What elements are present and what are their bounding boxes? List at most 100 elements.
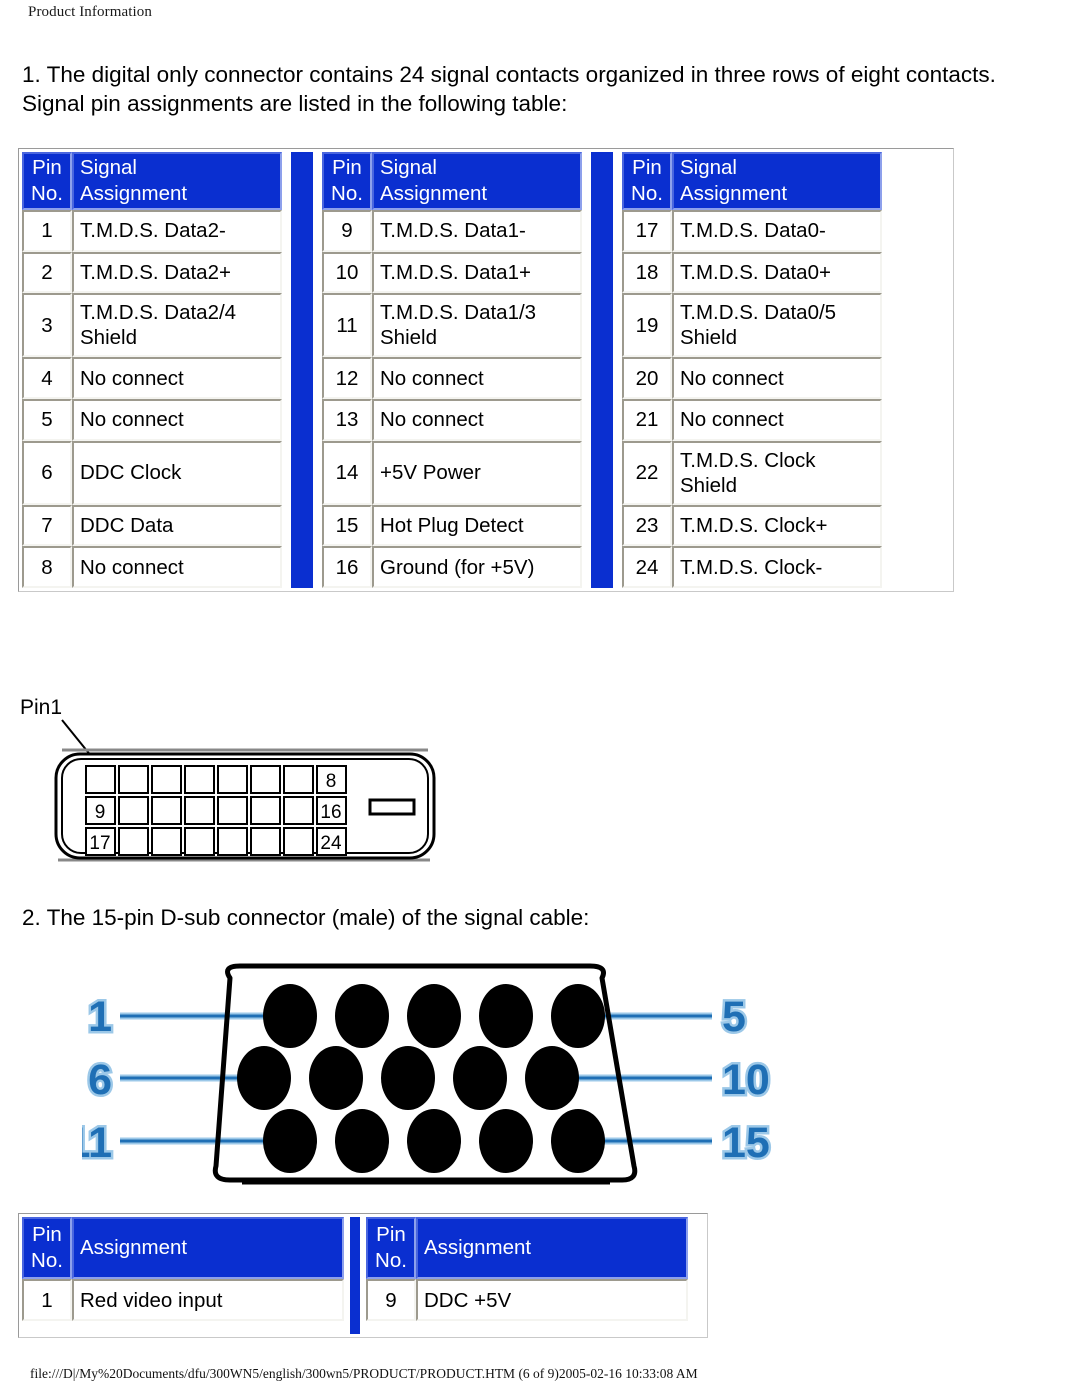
cell-signal-assignment: T.M.D.S. Data0/5 Shield xyxy=(672,293,882,358)
cell-signal-assignment: No connect xyxy=(672,357,882,399)
dsub-pin-4 xyxy=(479,984,533,1048)
cell-pin-number: 16 xyxy=(322,546,372,588)
dsub-pin-15 xyxy=(551,1109,605,1173)
cell-text-stack: No connect xyxy=(380,407,484,432)
cell-signal-assignment: T.M.D.S. Data0- xyxy=(672,210,882,252)
cell-signal-assignment: No connect xyxy=(372,357,582,399)
cell-text-stack: T.M.D.S. Data1/3 Shield xyxy=(380,300,536,350)
cell-signal-assignment: No connect xyxy=(72,546,282,588)
cell-pin-number: 10 xyxy=(322,251,372,294)
paragraph-dsub-connector: 2. The 15-pin D-sub connector (male) of … xyxy=(22,905,590,930)
cell-text-line1: DDC Clock xyxy=(80,461,182,485)
cell-text-line1: T.M.D.S. Clock xyxy=(680,448,816,472)
cell-signal-assignment: T.M.D.S. Data2/4 Shield xyxy=(72,293,282,358)
dsub-pin-9 xyxy=(453,1046,507,1110)
table-column-block: Pin No. Signal Assignment 1 T.M.D.S. Data2- 2 T… xyxy=(22,152,282,588)
dvi-pin-hole xyxy=(85,765,116,794)
table-row: 15 Hot Plug Detect xyxy=(322,504,582,547)
table-row: 7 DDC Data xyxy=(22,504,282,547)
dsub-label-11: 11 xyxy=(82,1119,112,1167)
cell-text-line2: Shield xyxy=(680,326,737,350)
cell-text-stack: No connect xyxy=(80,555,184,580)
cell-text-stack: Ground (for +5V) xyxy=(380,555,534,580)
table-separator-bar xyxy=(591,152,613,588)
cell-pin-number: 11 xyxy=(322,293,372,358)
cell-assignment: Red video input xyxy=(72,1279,344,1321)
cell-pin-number: 1 xyxy=(22,210,72,252)
header-pin-line2: No. xyxy=(631,182,663,205)
table-row: 17 T.M.D.S. Data0- xyxy=(622,210,882,252)
table-row: 4 No connect xyxy=(22,357,282,399)
table-header-row: Pin No. Assignment xyxy=(22,1217,344,1279)
table-row: 2 T.M.D.S. Data2+ xyxy=(22,251,282,294)
dvi-pin-hole xyxy=(151,827,182,856)
cell-pin-number: 22 xyxy=(622,440,672,505)
table-row: 18 T.M.D.S. Data0+ xyxy=(622,251,882,294)
cell-pin-number: 14 xyxy=(322,440,372,505)
cell-pin-number: 3 xyxy=(22,293,72,358)
cell-signal-assignment: +5V Power xyxy=(372,440,582,505)
header-pin-line1: Pin xyxy=(332,156,362,179)
header-pin-line2: No. xyxy=(375,1249,407,1272)
cell-signal-assignment: No connect xyxy=(372,398,582,441)
header-signal-line2: Assignment xyxy=(380,182,488,205)
header-signal-line2: Assignment xyxy=(680,182,788,205)
table-row: 1 Red video input xyxy=(22,1279,344,1321)
cell-pin-number: 23 xyxy=(622,504,672,547)
cell-signal-assignment: T.M.D.S. Data1/3 Shield xyxy=(372,293,582,358)
cell-signal-assignment: T.M.D.S. Data2+ xyxy=(72,251,282,294)
cell-signal-assignment: T.M.D.S. Data1- xyxy=(372,210,582,252)
header-cell-pin-no: Pin No. xyxy=(622,152,672,210)
dvi-pin-assignment-table: Pin No. Signal Assignment 1 T.M.D.S. Data2- 2 T… xyxy=(18,148,954,592)
header-pin-line2: No. xyxy=(31,182,63,205)
dsub-pin-11 xyxy=(263,1109,317,1173)
pin1-callout-label: Pin1 xyxy=(20,696,62,719)
cell-assignment: DDC +5V xyxy=(416,1279,688,1321)
dvi-pin-hole xyxy=(184,796,215,825)
cell-signal-assignment: DDC Data xyxy=(72,504,282,547)
cell-text-line1: T.M.D.S. Data0/5 xyxy=(680,301,837,325)
cell-text-line1: T.M.D.S. Data1+ xyxy=(380,260,531,284)
cell-pin-number: 24 xyxy=(622,546,672,588)
cell-text-stack: T.M.D.S. Data2/4 Shield xyxy=(80,300,236,350)
header-cell-signal-assignment: Signal Assignment xyxy=(72,152,282,210)
header-signal-line1: Signal xyxy=(380,156,437,179)
table-row: 16 Ground (for +5V) xyxy=(322,546,582,588)
header-cell-pin-no: Pin No. xyxy=(322,152,372,210)
cell-text-line1: +5V Power xyxy=(380,461,481,485)
cell-text-line1: No connect xyxy=(380,408,484,432)
table-row: 14 +5V Power xyxy=(322,440,582,505)
cell-signal-assignment: Ground (for +5V) xyxy=(372,546,582,588)
header-signal-line1: Signal xyxy=(80,156,137,179)
table-row: 12 No connect xyxy=(322,357,582,399)
table-row: 23 T.M.D.S. Clock+ xyxy=(622,504,882,547)
page-footer-path: file:///D|/My%20Documents/dfu/300WN5/eng… xyxy=(30,1366,698,1381)
cell-text-line2: Shield xyxy=(80,326,137,350)
dvi-pin-number-9: 9 xyxy=(95,802,106,823)
dsub-pin-2 xyxy=(335,984,389,1048)
cell-pin-number: 4 xyxy=(22,357,72,399)
cell-text-line1: T.M.D.S. Data2/4 xyxy=(80,301,237,325)
cell-signal-assignment: T.M.D.S. Data2- xyxy=(72,210,282,252)
cell-text-line1: T.M.D.S. Data2+ xyxy=(80,260,231,284)
cell-signal-assignment: No connect xyxy=(72,398,282,441)
cell-signal-assignment: T.M.D.S. Data0+ xyxy=(672,251,882,294)
dvi-pin-hole xyxy=(118,765,149,794)
cell-signal-assignment: No connect xyxy=(672,398,882,441)
cell-text-stack: T.M.D.S. Data0- xyxy=(680,218,826,243)
table-separator-bar xyxy=(350,1217,360,1334)
cell-pin-number: 12 xyxy=(322,357,372,399)
table-separator-bar xyxy=(291,152,313,588)
cell-pin-number: 9 xyxy=(322,210,372,252)
table-column-block: Pin No. Signal Assignment 17 T.M.D.S. Data0- 1… xyxy=(622,152,882,588)
table-separator-wrap xyxy=(344,1217,366,1334)
cell-pin-number: 9 xyxy=(366,1279,416,1321)
table-row: 10 T.M.D.S. Data1+ xyxy=(322,251,582,294)
cell-text-stack: Hot Plug Detect xyxy=(380,513,524,538)
dsub-pin-assignment-table: Pin No. Assignment 1 Red video input Pin No. As… xyxy=(18,1213,708,1338)
dsub-pin-grid xyxy=(237,984,605,1173)
table-row: 24 T.M.D.S. Clock- xyxy=(622,546,882,588)
dvi-pin-number-24: 24 xyxy=(320,833,342,854)
cell-signal-assignment: DDC Clock xyxy=(72,440,282,505)
table-row: 11 T.M.D.S. Data1/3 Shield xyxy=(322,293,582,358)
